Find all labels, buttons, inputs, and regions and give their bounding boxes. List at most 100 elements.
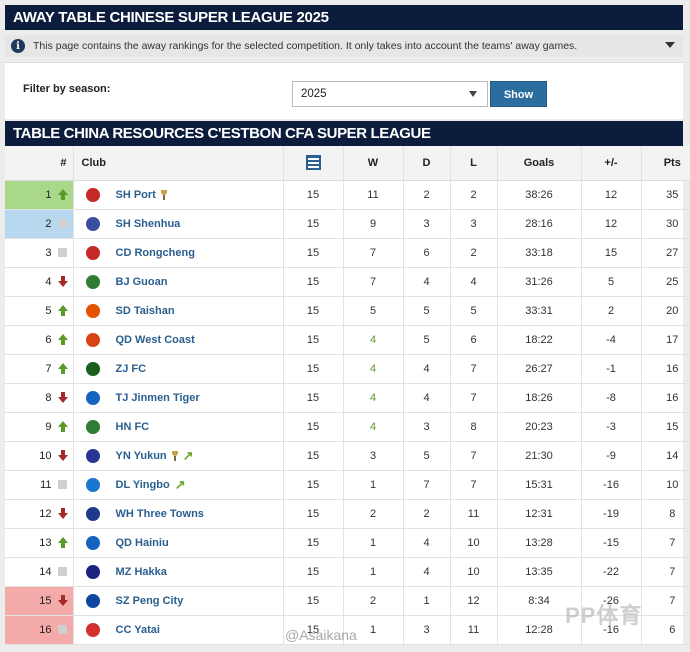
club-link[interactable]: SZ Peng City xyxy=(116,595,184,607)
club-link[interactable]: WH Three Towns xyxy=(116,508,204,520)
table-row[interactable]: 10 YN Yukun ↗ 15 3 5 7 21:30 -9 14 xyxy=(5,441,690,471)
club-cell[interactable]: DL Yingbo ↗ xyxy=(73,470,284,500)
draws-cell: 6 xyxy=(403,238,451,268)
col-played[interactable] xyxy=(283,146,344,181)
club-crest-icon xyxy=(85,245,100,260)
losses-cell: 2 xyxy=(450,180,498,210)
col-losses[interactable]: L xyxy=(450,146,498,181)
rank-cell: 3 xyxy=(5,238,74,268)
club-crest-icon xyxy=(85,564,100,579)
col-wins[interactable]: W xyxy=(343,146,404,181)
club-link[interactable]: SD Taishan xyxy=(116,305,175,317)
table-row[interactable]: 4 BJ Guoan 15 7 4 4 31:26 5 25 xyxy=(5,267,690,297)
points-cell: 7 xyxy=(641,586,690,616)
col-rank[interactable]: # xyxy=(5,146,74,181)
club-cell[interactable]: ZJ FC xyxy=(73,354,284,384)
points-cell: 35 xyxy=(641,180,690,210)
club-link[interactable]: YN Yukun xyxy=(116,450,167,462)
club-cell[interactable]: HN FC xyxy=(73,412,284,442)
club-cell[interactable]: QD Hainiu xyxy=(73,528,284,558)
col-goal-diff[interactable]: +/- xyxy=(581,146,642,181)
points-cell: 7 xyxy=(641,557,690,587)
table-row[interactable]: 12 WH Three Towns 15 2 2 11 12:31 -19 8 xyxy=(5,499,690,529)
club-cell[interactable]: SD Taishan xyxy=(73,296,284,326)
club-link[interactable]: CC Yatai xyxy=(116,624,160,636)
table-row[interactable]: 2 SH Shenhua 15 9 3 3 28:16 12 30 xyxy=(5,209,690,239)
col-points[interactable]: Pts xyxy=(641,146,690,181)
trend-same-icon xyxy=(58,625,67,634)
table-title: TABLE CHINA RESOURCES C'ESTBON CFA SUPER… xyxy=(5,121,683,146)
table-row[interactable]: 8 TJ Jinmen Tiger 15 4 4 7 18:26 -8 16 xyxy=(5,383,690,413)
club-link[interactable]: QD West Coast xyxy=(116,334,195,346)
club-cell[interactable]: BJ Guoan xyxy=(73,267,284,297)
club-cell[interactable]: TJ Jinmen Tiger xyxy=(73,383,284,413)
club-link[interactable]: SH Shenhua xyxy=(116,218,181,230)
club-cell[interactable]: YN Yukun ↗ xyxy=(73,441,284,471)
club-link[interactable]: TJ Jinmen Tiger xyxy=(116,392,200,404)
club-link[interactable]: CD Rongcheng xyxy=(116,247,195,259)
goals-cell: 13:35 xyxy=(497,557,582,587)
draws-cell: 1 xyxy=(403,586,451,616)
losses-cell: 10 xyxy=(450,557,498,587)
club-crest-icon xyxy=(85,332,100,347)
table-row[interactable]: 6 QD West Coast 15 4 5 6 18:22 -4 17 xyxy=(5,325,690,355)
rank-number: 16 xyxy=(39,623,52,636)
col-goals[interactable]: Goals xyxy=(497,146,582,181)
points-cell: 7 xyxy=(641,528,690,558)
trend-down-icon xyxy=(57,595,68,606)
club-link[interactable]: SH Port xyxy=(116,189,156,201)
club-cell[interactable]: WH Three Towns xyxy=(73,499,284,529)
chevron-down-icon xyxy=(469,91,477,97)
club-link[interactable]: HN FC xyxy=(116,421,150,433)
club-cell[interactable]: CC Yatai xyxy=(73,615,284,645)
club-link[interactable]: MZ Hakka xyxy=(116,566,167,578)
draws-cell: 4 xyxy=(403,383,451,413)
club-link[interactable]: BJ Guoan xyxy=(116,276,168,288)
club-link[interactable]: QD Hainiu xyxy=(116,537,169,549)
rank-cell: 4 xyxy=(5,267,74,297)
col-club[interactable]: Club xyxy=(73,146,284,181)
club-link[interactable]: DL Yingbo xyxy=(116,479,170,491)
losses-cell: 4 xyxy=(450,267,498,297)
club-crest-icon xyxy=(85,448,100,463)
table-row[interactable]: 13 QD Hainiu 15 1 4 10 13:28 -15 7 xyxy=(5,528,690,558)
table-row[interactable]: 7 ZJ FC 15 4 4 7 26:27 -1 16 xyxy=(5,354,690,384)
season-select[interactable]: 2025 xyxy=(292,81,488,107)
club-link[interactable]: ZJ FC xyxy=(116,363,147,375)
table-row[interactable]: 5 SD Taishan 15 5 5 5 33:31 2 20 xyxy=(5,296,690,326)
table-row[interactable]: 14 MZ Hakka 15 1 4 10 13:35 -22 7 xyxy=(5,557,690,587)
arrow-up-right-icon: ↗ xyxy=(174,476,186,492)
club-cell[interactable]: SH Shenhua xyxy=(73,209,284,239)
losses-cell: 11 xyxy=(450,499,498,529)
points-cell: 10 xyxy=(641,470,690,500)
show-button[interactable]: Show xyxy=(490,81,547,107)
trend-same-icon xyxy=(58,480,67,489)
info-bar[interactable]: i This page contains the away rankings f… xyxy=(5,35,683,57)
rank-cell: 7 xyxy=(5,354,74,384)
club-cell[interactable]: SZ Peng City xyxy=(73,586,284,616)
goals-cell: 12:31 xyxy=(497,499,582,529)
col-draws[interactable]: D xyxy=(403,146,451,181)
losses-cell: 7 xyxy=(450,354,498,384)
wins-cell: 2 xyxy=(343,499,404,529)
table-row[interactable]: 11 DL Yingbo ↗ 15 1 7 7 15:31 -16 10 xyxy=(5,470,690,500)
wins-cell: 9 xyxy=(343,209,404,239)
filter-label: Filter by season: xyxy=(23,83,111,95)
club-cell[interactable]: QD West Coast xyxy=(73,325,284,355)
played-cell: 15 xyxy=(283,354,344,384)
club-crest-icon xyxy=(85,361,100,376)
points-cell: 30 xyxy=(641,209,690,239)
losses-cell: 3 xyxy=(450,209,498,239)
rank-cell: 10 xyxy=(5,441,74,471)
draws-cell: 4 xyxy=(403,267,451,297)
club-cell[interactable]: SH Port xyxy=(73,180,284,210)
club-cell[interactable]: CD Rongcheng xyxy=(73,238,284,268)
trend-up-icon xyxy=(57,189,68,200)
table-row[interactable]: 3 CD Rongcheng 15 7 6 2 33:18 15 27 xyxy=(5,238,690,268)
table-row[interactable]: 9 HN FC 15 4 3 8 20:23 -3 15 xyxy=(5,412,690,442)
goals-cell: 21:30 xyxy=(497,441,582,471)
table-row[interactable]: 1 SH Port 15 11 2 2 38:26 12 35 xyxy=(5,180,690,210)
club-cell[interactable]: MZ Hakka xyxy=(73,557,284,587)
club-crest-icon xyxy=(85,622,100,637)
caret-down-icon[interactable] xyxy=(665,42,675,48)
